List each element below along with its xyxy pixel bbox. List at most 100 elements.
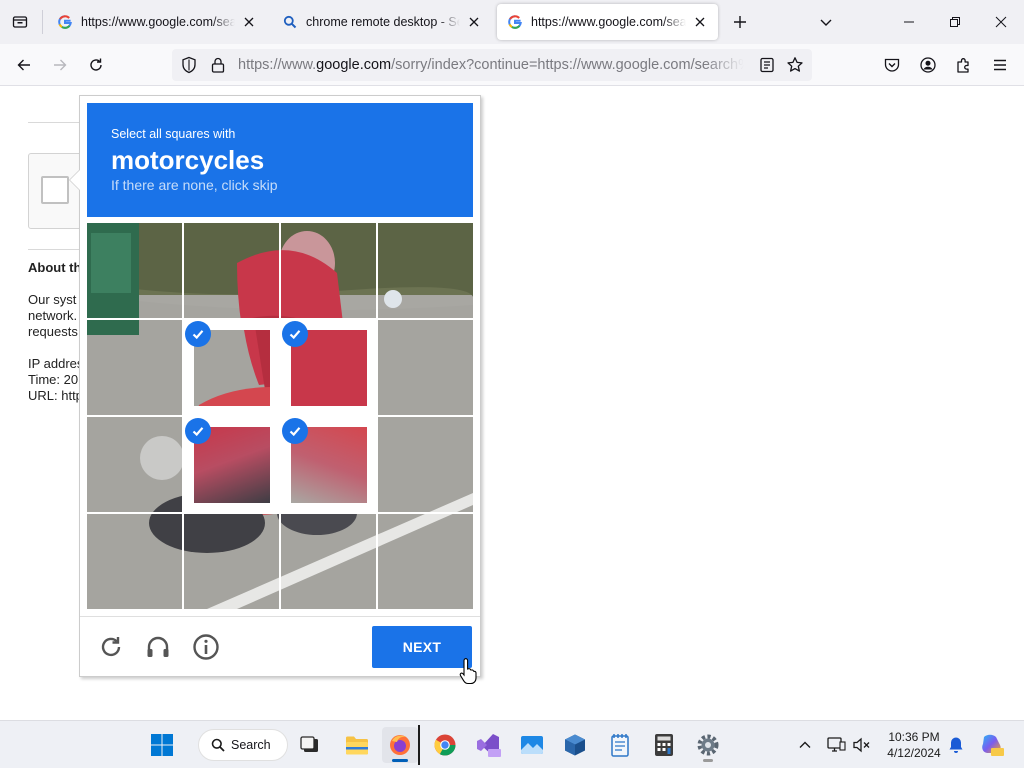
close-tab-icon[interactable] [241,14,257,30]
body-line: requests [28,324,78,339]
folder-icon [346,736,368,755]
reload-icon [90,58,102,71]
navigation-toolbar: https://www.google.com/sorry/index?conti… [0,44,1024,86]
restore-button[interactable] [932,0,978,44]
url-host: google.com [316,57,392,73]
photos-icon [521,736,543,754]
challenge-footer: NEXT [80,616,480,676]
reload-challenge-button[interactable] [96,632,126,662]
copilot-button[interactable] [974,727,1010,763]
visual-studio-preview-button[interactable] [470,727,506,763]
chevron-down-icon [820,19,832,26]
visual-studio-icon [477,734,501,757]
recaptcha-challenge-dialog: Select all squares with motorcycles If t… [69,95,481,677]
help-button[interactable] [191,632,221,662]
hamburger-menu-icon [994,59,1006,71]
account-button[interactable] [912,49,944,81]
challenge-hint: If there are none, click skip [111,177,278,193]
tab-title: https://www.google.com/search?q [81,15,235,29]
forward-button[interactable] [44,49,76,81]
grid-line [87,318,473,320]
url-prefix: https://www. [238,57,317,73]
tab-title: chrome remote desktop - Search [306,15,460,29]
reload-button[interactable] [80,49,112,81]
windows-taskbar: Search 10:36 PM 4/12/2024 [0,720,1024,768]
tracking-protection-shield-icon[interactable] [180,56,198,79]
bookmark-star-icon[interactable] [786,56,804,79]
show-hidden-icons-button[interactable] [787,727,823,763]
calculator-button[interactable] [646,727,682,763]
grid-tile-selected[interactable] [184,320,280,416]
task-view-button[interactable] [292,727,328,763]
file-explorer-button[interactable] [339,727,375,763]
arrow-left-icon [17,59,30,71]
audio-challenge-button[interactable] [143,632,173,662]
back-button[interactable] [8,49,40,81]
lock-icon[interactable] [210,56,226,79]
checkmark-icon [185,321,211,347]
chrome-icon [434,734,456,756]
notifications-button[interactable] [940,727,972,763]
tab-google-search-active[interactable]: https://www.google.com/search?q [497,4,718,40]
challenge-instruction: Select all squares with [111,127,236,141]
taskbar-search-box[interactable]: Search [198,729,288,761]
reload-icon [101,637,121,657]
new-tab-button[interactable] [722,4,758,40]
url-bar[interactable]: https://www.google.com/sorry/index?conti… [172,49,812,81]
reader-view-icon[interactable] [759,57,775,78]
body-line: network. [28,308,78,323]
minimize-button[interactable] [886,0,932,44]
list-all-tabs-button[interactable] [808,4,844,40]
challenge-header: Select all squares with motorcycles If t… [87,103,473,217]
notepad-button[interactable] [602,727,638,763]
puzzle-icon [957,58,969,73]
body-line: Our syst [28,292,77,307]
firefox-view-icon [12,16,28,28]
challenge-target-object: motorcycles [111,145,265,175]
time-line: Time: 20 [28,372,79,387]
dialog-pointer-arrow [69,169,80,191]
info-icon [193,634,219,660]
grid-tile-selected[interactable] [184,417,280,513]
system-clock[interactable]: 10:36 PM 4/12/2024 [880,729,948,761]
grid-line [87,415,473,417]
firefox-taskbar-button[interactable] [382,727,418,763]
close-window-button[interactable] [978,0,1024,44]
tab-title: https://www.google.com/search?q [531,15,686,29]
notepad-icon [611,734,629,757]
cube-icon [565,734,585,756]
search-icon [211,738,225,752]
virtualbox-button[interactable] [557,727,593,763]
grid-tile-selected[interactable] [281,417,377,513]
tab-chrome-remote-desktop[interactable]: chrome remote desktop - Search [272,4,492,40]
tab-strip: https://www.google.com/search?q chrome r… [0,0,1024,44]
settings-button[interactable] [690,727,726,763]
close-icon [995,16,1007,28]
volume-muted-button[interactable] [845,727,879,763]
start-button[interactable] [144,727,180,763]
google-g-icon [57,14,73,30]
next-button[interactable]: NEXT [372,626,472,668]
close-tab-icon[interactable] [692,14,708,30]
about-heading: About th [28,260,82,275]
url-path: /sorry/index?continue=https://www.google… [391,57,744,73]
firefox-view-button[interactable] [2,4,38,40]
arrow-right-icon [54,59,67,71]
close-tab-icon[interactable] [466,14,482,30]
url-text[interactable]: https://www.google.com/sorry/index?conti… [238,57,744,73]
recaptcha-checkbox[interactable] [41,176,69,204]
network-monitor-icon [827,737,846,752]
pocket-icon [884,58,900,72]
tab-google-search-1[interactable]: https://www.google.com/search?q [47,4,267,40]
checkmark-icon [282,321,308,347]
windows-logo-icon [151,734,173,756]
extensions-button[interactable] [948,49,980,81]
headphones-icon [147,636,169,657]
photos-app-button[interactable] [514,727,550,763]
chrome-taskbar-button[interactable] [427,727,463,763]
grid-tile-selected[interactable] [281,320,377,416]
app-menu-button[interactable] [984,49,1016,81]
checkmark-icon [282,418,308,444]
pocket-button[interactable] [876,49,908,81]
clock-time: 10:36 PM [888,730,940,744]
